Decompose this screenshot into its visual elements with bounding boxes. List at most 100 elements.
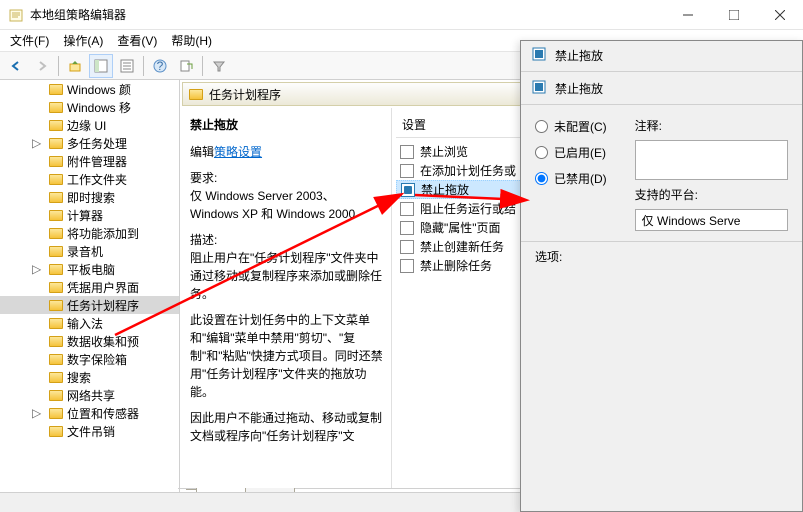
tree-item-label: 位置和传感器	[67, 405, 139, 422]
folder-icon	[49, 408, 63, 419]
filter-button[interactable]	[207, 54, 231, 78]
folder-icon	[49, 390, 63, 401]
description-pane: 禁止拖放 编辑策略设置 要求:仅 Windows Server 2003、Win…	[182, 108, 392, 488]
folder-icon	[49, 84, 63, 95]
tree-item-label: 边缘 UI	[67, 117, 106, 134]
tree-item[interactable]: 输入法	[0, 314, 180, 332]
tree-item[interactable]: 网络共享	[0, 386, 180, 404]
tree-item-label: 平板电脑	[67, 261, 115, 278]
policy-icon	[531, 46, 547, 65]
tree-item[interactable]: 计算器	[0, 206, 180, 224]
tree-item[interactable]: 边缘 UI	[0, 116, 180, 134]
tree-item[interactable]: Windows 移	[0, 98, 180, 116]
comment-field[interactable]	[635, 140, 788, 180]
help-button[interactable]: ?	[148, 54, 172, 78]
folder-icon	[49, 300, 63, 311]
folder-icon	[49, 138, 63, 149]
setting-label: 在添加计划任务或	[420, 162, 516, 179]
policy-icon	[531, 79, 547, 98]
tree-item-label: 录音机	[67, 243, 103, 260]
maximize-button[interactable]	[711, 0, 757, 30]
tree-item[interactable]: 任务计划程序	[0, 296, 180, 314]
folder-icon	[49, 282, 63, 293]
path-label: 任务计划程序	[209, 86, 281, 103]
menu-view[interactable]: 查看(V)	[111, 30, 163, 51]
radio-not-configured[interactable]: 未配置(C)	[535, 113, 607, 139]
menu-action[interactable]: 操作(A)	[57, 30, 109, 51]
folder-icon	[49, 372, 63, 383]
folder-icon	[49, 120, 63, 131]
export-button[interactable]	[174, 54, 198, 78]
tree-item[interactable]: 凭据用户界面	[0, 278, 180, 296]
menu-file[interactable]: 文件(F)	[4, 30, 55, 51]
tree-item-label: 计算器	[67, 207, 103, 224]
folder-icon	[49, 192, 63, 203]
tree-item-label: Windows 移	[67, 99, 131, 116]
tree-item[interactable]: 搜索	[0, 368, 180, 386]
tree-item[interactable]: ▷平板电脑	[0, 260, 180, 278]
folder-icon	[49, 336, 63, 347]
policy-icon	[400, 240, 414, 254]
up-button[interactable]	[63, 54, 87, 78]
forward-button[interactable]	[30, 54, 54, 78]
policy-icon	[400, 164, 414, 178]
nav-tree[interactable]: Windows 颜Windows 移边缘 UI▷多任务处理附件管理器工作文件夹即…	[0, 80, 180, 510]
policy-dialog: 禁止拖放 禁止拖放 未配置(C) 已启用(E) 已禁用(D) 注释: 支持的平台…	[520, 40, 803, 512]
tree-item[interactable]: ▷多任务处理	[0, 134, 180, 152]
tree-item[interactable]: 工作文件夹	[0, 170, 180, 188]
show-tree-button[interactable]	[89, 54, 113, 78]
dialog-title: 禁止拖放	[555, 47, 603, 64]
tree-item-label: 凭据用户界面	[67, 279, 139, 296]
tree-item-label: 工作文件夹	[67, 171, 127, 188]
folder-icon	[49, 102, 63, 113]
policy-icon	[400, 145, 414, 159]
tree-item[interactable]: 文件吊销	[0, 422, 180, 440]
radio-disabled[interactable]: 已禁用(D)	[535, 165, 607, 191]
policy-icon	[400, 259, 414, 273]
tree-item-label: 任务计划程序	[67, 297, 139, 314]
comment-label: 注释:	[621, 113, 802, 138]
minimize-button[interactable]	[665, 0, 711, 30]
tree-item[interactable]: Windows 颜	[0, 80, 180, 98]
tree-item[interactable]: 数字保险箱	[0, 350, 180, 368]
policy-icon	[400, 202, 414, 216]
tree-item-label: Windows 颜	[67, 81, 131, 98]
back-button[interactable]	[4, 54, 28, 78]
tree-item-label: 多任务处理	[67, 135, 127, 152]
svg-text:?: ?	[157, 59, 164, 73]
folder-icon	[49, 174, 63, 185]
setting-label: 禁止浏览	[420, 143, 468, 160]
menu-help[interactable]: 帮助(H)	[165, 30, 218, 51]
list-button[interactable]	[115, 54, 139, 78]
supported-field: 仅 Windows Serve	[635, 209, 788, 231]
state-radio-group: 未配置(C) 已启用(E) 已禁用(D)	[521, 107, 621, 239]
options-label: 选项:	[521, 244, 802, 269]
setting-label: 禁止创建新任务	[420, 238, 504, 255]
folder-icon	[189, 89, 203, 100]
tree-item[interactable]: 附件管理器	[0, 152, 180, 170]
tree-item-label: 数据收集和预	[67, 333, 139, 350]
tree-item[interactable]: 将功能添加到	[0, 224, 180, 242]
radio-enabled[interactable]: 已启用(E)	[535, 139, 607, 165]
tree-item[interactable]: ▷位置和传感器	[0, 404, 180, 422]
dialog-subtitle: 禁止拖放	[555, 80, 603, 97]
setting-label: 阻止任务运行或结	[420, 200, 516, 217]
tree-item-label: 输入法	[67, 315, 103, 332]
tree-item[interactable]: 录音机	[0, 242, 180, 260]
folder-icon	[49, 264, 63, 275]
tree-item[interactable]: 即时搜索	[0, 188, 180, 206]
setting-label: 隐藏"属性"页面	[420, 219, 501, 236]
app-icon	[8, 7, 24, 23]
edit-policy-link[interactable]: 策略设置	[214, 145, 262, 159]
policy-icon	[401, 183, 415, 197]
setting-label: 禁止删除任务	[420, 257, 492, 274]
tree-item-label: 附件管理器	[67, 153, 127, 170]
folder-icon	[49, 228, 63, 239]
tree-item-label: 将功能添加到	[67, 225, 139, 242]
folder-icon	[49, 318, 63, 329]
tree-item[interactable]: 数据收集和预	[0, 332, 180, 350]
tree-item-label: 即时搜索	[67, 189, 115, 206]
close-button[interactable]	[757, 0, 803, 30]
setting-label: 禁止拖放	[421, 181, 469, 198]
folder-icon	[49, 426, 63, 437]
